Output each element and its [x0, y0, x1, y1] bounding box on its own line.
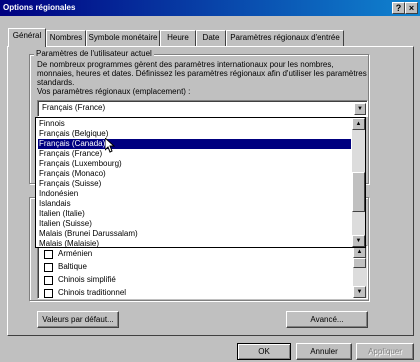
checkbox[interactable] — [44, 250, 53, 259]
checkbox[interactable] — [44, 289, 53, 298]
language-list[interactable]: Arménien Baltique Chinois simplifié Chin… — [37, 245, 368, 299]
advanced-button[interactable]: Avancé... — [286, 311, 368, 328]
list-item[interactable]: Italien (Suisse) — [38, 219, 351, 229]
ok-button[interactable]: OK — [237, 343, 291, 360]
list-item-selected[interactable]: Français (Canada) — [38, 139, 351, 149]
tab-time[interactable]: Heure — [160, 30, 196, 46]
language-option-label: Chinois simplifié — [58, 275, 116, 284]
scroll-thumb[interactable] — [352, 172, 365, 212]
defaults-button[interactable]: Valeurs par défaut... — [37, 311, 119, 328]
checkbox[interactable] — [44, 263, 53, 272]
tab-strip: Général Nombres Symbole monétaire Heure … — [8, 28, 412, 47]
apply-button[interactable]: Appliquer — [356, 343, 414, 360]
language-list-scrollbar[interactable]: ▲ ▼ — [353, 246, 367, 298]
list-item[interactable]: Malais (Malaisie) — [38, 239, 351, 247]
list-item[interactable]: Français (Suisse) — [38, 179, 351, 189]
tab-numbers[interactable]: Nombres — [46, 30, 86, 46]
tab-general[interactable]: Général — [8, 28, 46, 47]
tab-input-locales[interactable]: Paramètres régionaux d'entrée — [226, 30, 344, 46]
title-bar[interactable]: Options régionales ? × — [0, 0, 420, 16]
mouse-pointer-icon — [105, 138, 115, 153]
locale-label: Vos paramètres régionaux (emplacement) : — [37, 87, 191, 96]
window-title: Options régionales — [3, 3, 76, 12]
scroll-down-icon[interactable]: ▼ — [352, 235, 365, 247]
checkbox[interactable] — [44, 276, 53, 285]
list-item[interactable]: Islandais — [38, 199, 351, 209]
locale-dropdown-list[interactable]: Finnois Français (Belgique) Français (Ca… — [35, 117, 366, 248]
help-button[interactable]: ? — [392, 2, 405, 14]
tab-date[interactable]: Date — [196, 30, 226, 46]
close-button[interactable]: × — [405, 2, 418, 14]
regional-options-window: Options régionales ? × Général Nombres S… — [0, 0, 420, 362]
language-option-label: Baltique — [58, 262, 87, 271]
user-settings-description: De nombreux programmes gèrent des paramè… — [37, 60, 367, 87]
list-item[interactable]: Français (Luxembourg) — [38, 159, 351, 169]
tab-currency[interactable]: Symbole monétaire — [86, 30, 160, 46]
list-item[interactable]: Français (France) — [38, 149, 351, 159]
list-item[interactable]: Italien (Italie) — [38, 209, 351, 219]
language-option-label: Chinois traditionnel — [58, 288, 127, 297]
scroll-up-icon[interactable]: ▲ — [352, 118, 365, 130]
list-item[interactable]: Français (Belgique) — [38, 129, 351, 139]
dropdown-arrow-icon[interactable]: ▼ — [354, 103, 366, 115]
scroll-thumb[interactable] — [353, 258, 366, 268]
cancel-button[interactable]: Annuler — [296, 343, 352, 360]
locale-combobox[interactable]: Français (France) ▼ — [37, 100, 368, 117]
list-item[interactable]: Finnois — [38, 119, 351, 129]
user-settings-group-label: Paramètres de l'utilisateur actuel — [34, 49, 154, 58]
locale-combobox-value: Français (France) — [42, 103, 106, 112]
list-item[interactable]: Français (Monaco) — [38, 169, 351, 179]
list-item[interactable]: Malais (Brunei Darussalam) — [38, 229, 351, 239]
scroll-down-icon[interactable]: ▼ — [353, 286, 366, 298]
list-item[interactable]: Indonésien — [38, 189, 351, 199]
language-option-label: Arménien — [58, 249, 93, 258]
locale-list-scrollbar[interactable]: ▲ ▼ — [352, 118, 365, 247]
